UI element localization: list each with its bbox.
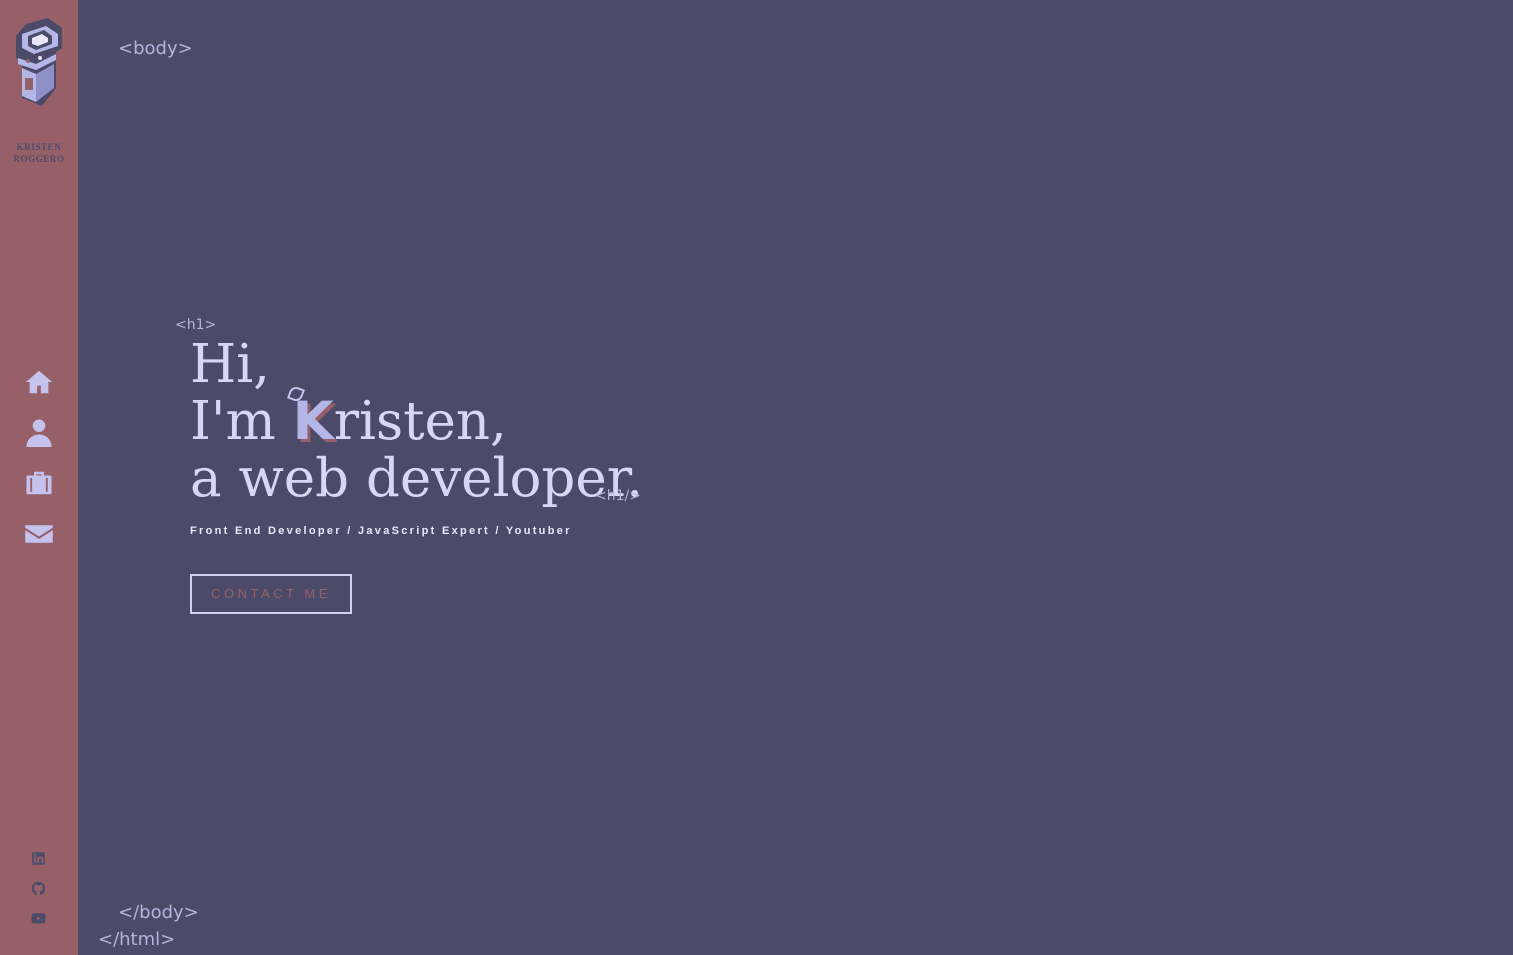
headline-line2: I'm Kristen, [190,393,643,450]
envelope-icon [25,525,53,543]
arcade-machine-logo[interactable] [12,18,66,110]
nav-home[interactable] [22,365,56,399]
user-icon [26,419,52,447]
nav-about[interactable] [22,415,56,449]
headline-k-logo: K [292,391,334,452]
linkedin-icon [31,851,45,865]
nav-portfolio[interactable] [22,466,56,500]
youtube-icon [30,912,46,923]
logo-name-line2: ROGGERO [13,154,65,164]
briefcase-icon [26,471,52,495]
h1-close-tag: <h1/> [595,488,641,504]
body-open-tag: <body> [118,38,193,59]
hero-headline: Hi, I'm Kristen, a web developer. [190,336,643,507]
social-youtube[interactable] [28,908,48,928]
h1-open-tag: <h1> [175,317,217,333]
home-icon [25,370,53,394]
github-icon [31,881,45,895]
social-github[interactable] [28,878,48,898]
headline-line2-prefix: I'm [190,391,293,452]
headline-line1: Hi, [190,334,271,395]
hero-subtitle: Front End Developer / JavaScript Expert … [190,525,572,537]
social-linkedin[interactable] [28,848,48,868]
logo-name: KRISTEN ROGGERO [0,141,78,165]
headline-line3: a web developer. [190,448,644,509]
contact-me-button[interactable]: CONTACT ME [190,574,352,614]
nav-contact[interactable] [22,517,56,551]
headline-line2-suffix: risten, [333,391,507,452]
body-close-tag: </body> [118,902,199,923]
sidebar: KRISTEN ROGGERO [0,0,78,955]
html-close-tag: </html> [98,929,176,950]
logo-name-line1: KRISTEN [16,142,62,152]
